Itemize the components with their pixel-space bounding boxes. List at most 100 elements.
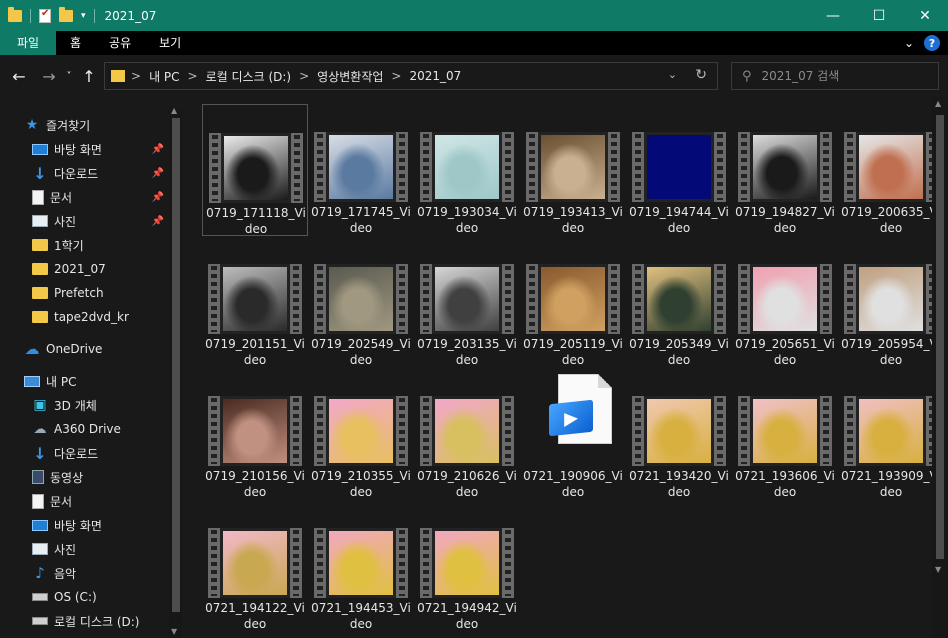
file-item[interactable]: 0719_200635_Vi deo xyxy=(838,104,944,236)
file-item[interactable]: 0719_194827_Vi deo xyxy=(732,104,838,236)
breadcrumb-drive-d[interactable]: 로컬 디스크 (D:) xyxy=(206,68,291,85)
minimize-button[interactable]: — xyxy=(810,0,856,31)
video-thumbnail xyxy=(314,132,408,202)
recent-locations-button[interactable]: ˅ xyxy=(62,71,76,82)
refresh-icon[interactable]: ↻ xyxy=(695,67,707,83)
file-item[interactable]: 0719_210355_Vi deo xyxy=(308,368,414,500)
search-box[interactable]: ⚲ xyxy=(731,62,939,90)
file-item[interactable]: 0721_194942_Vi deo xyxy=(414,500,520,632)
address-bar[interactable]: > 내 PC > 로컬 디스크 (D:) > 영상변환작업 > 2021_07 … xyxy=(104,62,718,90)
sidebar-item-pc-downloads[interactable]: ↓ 다운로드 xyxy=(32,442,168,464)
file-item[interactable]: 0719_203135_Vi deo xyxy=(414,236,520,368)
file-item[interactable]: 0719_193034_Vi deo xyxy=(414,104,520,236)
properties-icon[interactable] xyxy=(39,8,51,23)
file-name-line: 0719_210626_Vi xyxy=(417,469,517,483)
file-item[interactable]: 0719_194744_Vi deo xyxy=(626,104,732,236)
sidebar-item-downloads[interactable]: ↓ 다운로드 📌 xyxy=(32,162,168,184)
file-item[interactable]: 0719_210156_Vi deo xyxy=(202,368,308,500)
file-item[interactable]: 0719_201151_Vi deo xyxy=(202,236,308,368)
a360-icon: ☁ xyxy=(33,421,47,437)
sidebar-item-pc-pictures[interactable]: 사진 xyxy=(32,538,168,560)
filmstrip-icon xyxy=(714,132,726,202)
sidebar-item-documents[interactable]: 문서 📌 xyxy=(32,186,168,208)
file-item[interactable]: 0719_171118_Vi deo xyxy=(202,104,308,236)
breadcrumb-separator-icon[interactable]: > xyxy=(299,69,309,83)
sidebar-scrollbar[interactable]: ▲ ▼ xyxy=(169,106,182,638)
file-item[interactable]: 0721_193420_Vi deo xyxy=(626,368,732,500)
scroll-down-icon[interactable]: ▼ xyxy=(171,627,177,636)
sidebar-item-2021-07[interactable]: 2021_07 xyxy=(32,258,168,280)
file-item[interactable]: 0719_205349_Vi deo xyxy=(626,236,732,368)
tab-file[interactable]: 파일 xyxy=(0,31,56,55)
thumbnail-frame xyxy=(220,396,290,466)
sidebar-item-drive-c[interactable]: OS (C:) xyxy=(32,586,168,608)
filmstrip-icon xyxy=(208,528,220,598)
sidebar-item-desktop[interactable]: 바탕 화면 📌 xyxy=(32,138,168,160)
search-input[interactable] xyxy=(761,69,922,83)
sidebar-item-1st-semester[interactable]: 1학기 xyxy=(32,234,168,256)
content-scrollbar-thumb[interactable] xyxy=(936,115,944,559)
sidebar-item-pc-documents[interactable]: 문서 xyxy=(32,490,168,512)
scroll-up-icon[interactable]: ▲ xyxy=(171,106,177,115)
tab-view[interactable]: 보기 xyxy=(145,31,195,55)
sidebar-item-this-pc[interactable]: 내 PC xyxy=(24,370,192,392)
sidebar-item-label: 문서 xyxy=(50,190,73,205)
file-item[interactable]: 0721_193606_Vi deo xyxy=(732,368,838,500)
file-item[interactable]: 0721_194122_Vi deo xyxy=(202,500,308,632)
file-item[interactable]: 0721_194453_Vi deo xyxy=(308,500,414,632)
content-scrollbar[interactable]: ▲ ▼ xyxy=(932,97,948,638)
video-thumbnail xyxy=(420,396,514,466)
sidebar-scrollbar-thumb[interactable] xyxy=(172,118,180,612)
sidebar-item-videos[interactable]: 동영상 xyxy=(32,466,168,488)
new-folder-icon[interactable] xyxy=(59,6,73,22)
file-item[interactable]: 0719_171745_Vi deo xyxy=(308,104,414,236)
breadcrumb-separator-icon[interactable]: > xyxy=(131,69,141,83)
sidebar-item-label: A360 Drive xyxy=(54,422,121,436)
breadcrumb-current-folder[interactable]: 2021_07 xyxy=(409,69,461,83)
breadcrumb-work-folder[interactable]: 영상변환작업 xyxy=(317,68,383,85)
sidebar-item-pc-desktop[interactable]: 바탕 화면 xyxy=(32,514,168,536)
tab-share[interactable]: 공유 xyxy=(95,31,145,55)
file-item[interactable]: 0719_202549_Vi deo xyxy=(308,236,414,368)
sidebar-item-music[interactable]: ♪ 음악 xyxy=(32,562,168,584)
filmstrip-icon xyxy=(820,132,832,202)
tab-home[interactable]: 홈 xyxy=(56,31,95,55)
maximize-button[interactable]: ☐ xyxy=(856,0,902,31)
file-item[interactable]: 0719_193413_Vi deo xyxy=(520,104,626,236)
back-button[interactable]: ← xyxy=(6,67,32,86)
video-thumbnail xyxy=(420,264,514,334)
customize-toolbar-chevron-icon[interactable]: ▾ xyxy=(81,11,86,21)
sidebar-item-tape2dvd[interactable]: tape2dvd_kr xyxy=(32,306,168,328)
title-bar: ▾ 2021_07 — ☐ ✕ xyxy=(0,0,948,31)
close-button[interactable]: ✕ xyxy=(902,0,948,31)
thumbnail-frame xyxy=(326,264,396,334)
sidebar-item-3d-objects[interactable]: ▣ 3D 개체 xyxy=(32,394,168,416)
scroll-up-icon[interactable]: ▲ xyxy=(935,99,941,108)
breadcrumb-separator-icon[interactable]: > xyxy=(188,69,198,83)
thumbnail-frame xyxy=(432,396,502,466)
file-item[interactable]: 0719_210626_Vi deo xyxy=(414,368,520,500)
scroll-down-icon[interactable]: ▼ xyxy=(935,565,941,574)
sidebar-item-pictures[interactable]: 사진 📌 xyxy=(32,210,168,232)
sidebar-item-drive-d[interactable]: 로컬 디스크 (D:) xyxy=(32,610,168,632)
pictures-icon xyxy=(32,543,48,555)
file-item[interactable]: 0719_205954_Vi deo xyxy=(838,236,944,368)
help-icon[interactable]: ? xyxy=(924,35,940,51)
expand-ribbon-chevron-icon[interactable]: ⌄ xyxy=(904,36,914,50)
thumbnail-frame xyxy=(326,132,396,202)
file-item[interactable]: 0719_205119_Vi deo xyxy=(520,236,626,368)
breadcrumb-this-pc[interactable]: 내 PC xyxy=(149,68,179,85)
video-thumbnail xyxy=(314,528,408,598)
address-dropdown-chevron-icon[interactable]: ⌄ xyxy=(668,68,677,81)
file-item[interactable]: ▶ 0721_190906_Vi deo xyxy=(520,368,626,500)
filmstrip-icon xyxy=(396,132,408,202)
sidebar-item-prefetch[interactable]: Prefetch xyxy=(32,282,168,304)
forward-button[interactable]: → xyxy=(36,67,62,86)
sidebar-item-quick-access[interactable]: ★ 즐겨찾기 xyxy=(24,114,192,136)
sidebar-item-a360-drive[interactable]: ☁ A360 Drive xyxy=(32,418,168,440)
file-item[interactable]: 0719_205651_Vi deo xyxy=(732,236,838,368)
file-item[interactable]: 0721_193909_Vi deo xyxy=(838,368,944,500)
sidebar-item-onedrive[interactable]: ☁ OneDrive xyxy=(24,338,192,360)
up-button[interactable]: ↑ xyxy=(76,67,102,86)
breadcrumb-separator-icon[interactable]: > xyxy=(391,69,401,83)
